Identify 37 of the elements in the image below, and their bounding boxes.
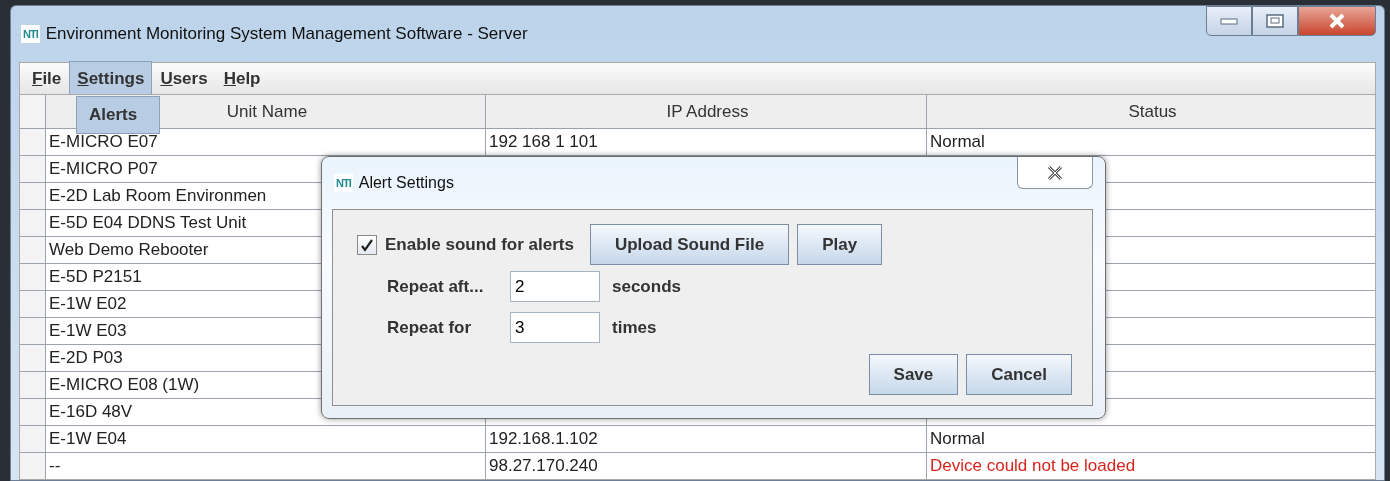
minimize-icon — [1220, 17, 1238, 25]
close-icon — [1047, 165, 1063, 180]
maximize-button[interactable] — [1252, 6, 1298, 36]
app-logo: NTI — [21, 24, 40, 44]
maximize-icon — [1266, 14, 1284, 28]
input-field[interactable]: 2 — [510, 271, 600, 302]
table-cell-text: Normal — [929, 131, 986, 153]
close-button[interactable] — [1298, 6, 1376, 36]
app-logo: NTI — [334, 173, 353, 193]
dialog-button[interactable]: Play — [797, 224, 883, 265]
close-button[interactable] — [1017, 157, 1093, 189]
unit-label: times — [612, 316, 657, 339]
menu-item[interactable]: Settings — [69, 60, 153, 97]
table-cell: 192.168.1.102 — [486, 426, 927, 452]
window-title: Environment Monitoring System Management Software - Server — [45, 23, 528, 46]
column-header[interactable]: IP Address — [486, 95, 927, 128]
input-field[interactable]: 3 — [510, 312, 600, 343]
table-cell-text: Normal — [929, 428, 986, 450]
field-label: Repeat for — [387, 316, 473, 339]
minimize-button[interactable] — [1206, 6, 1252, 36]
menu-item[interactable]: File — [24, 60, 70, 97]
menu-item[interactable]: Alerts — [76, 96, 160, 134]
checkmark-icon — [360, 237, 374, 252]
menu-item[interactable]: Users — [152, 60, 216, 97]
checkbox[interactable] — [357, 234, 377, 255]
dialog-button[interactable]: Save — [868, 354, 959, 395]
table-cell: 98.27.170.240 — [486, 453, 927, 479]
unit-label: seconds — [612, 275, 681, 298]
table-cell-text: Device could not be loaded — [929, 455, 1137, 477]
dialog-button[interactable]: Upload Sound File — [589, 224, 790, 265]
dialog-button[interactable]: Cancel — [966, 354, 1072, 395]
table-cell: E-1W E04 — [46, 426, 486, 452]
menu-item[interactable]: Help — [215, 60, 269, 97]
table-cell: 192 168 1 101 — [486, 129, 927, 155]
table-cell: -- — [46, 453, 486, 479]
column-header[interactable]: Status — [927, 95, 1375, 128]
close-icon — [1328, 13, 1346, 29]
